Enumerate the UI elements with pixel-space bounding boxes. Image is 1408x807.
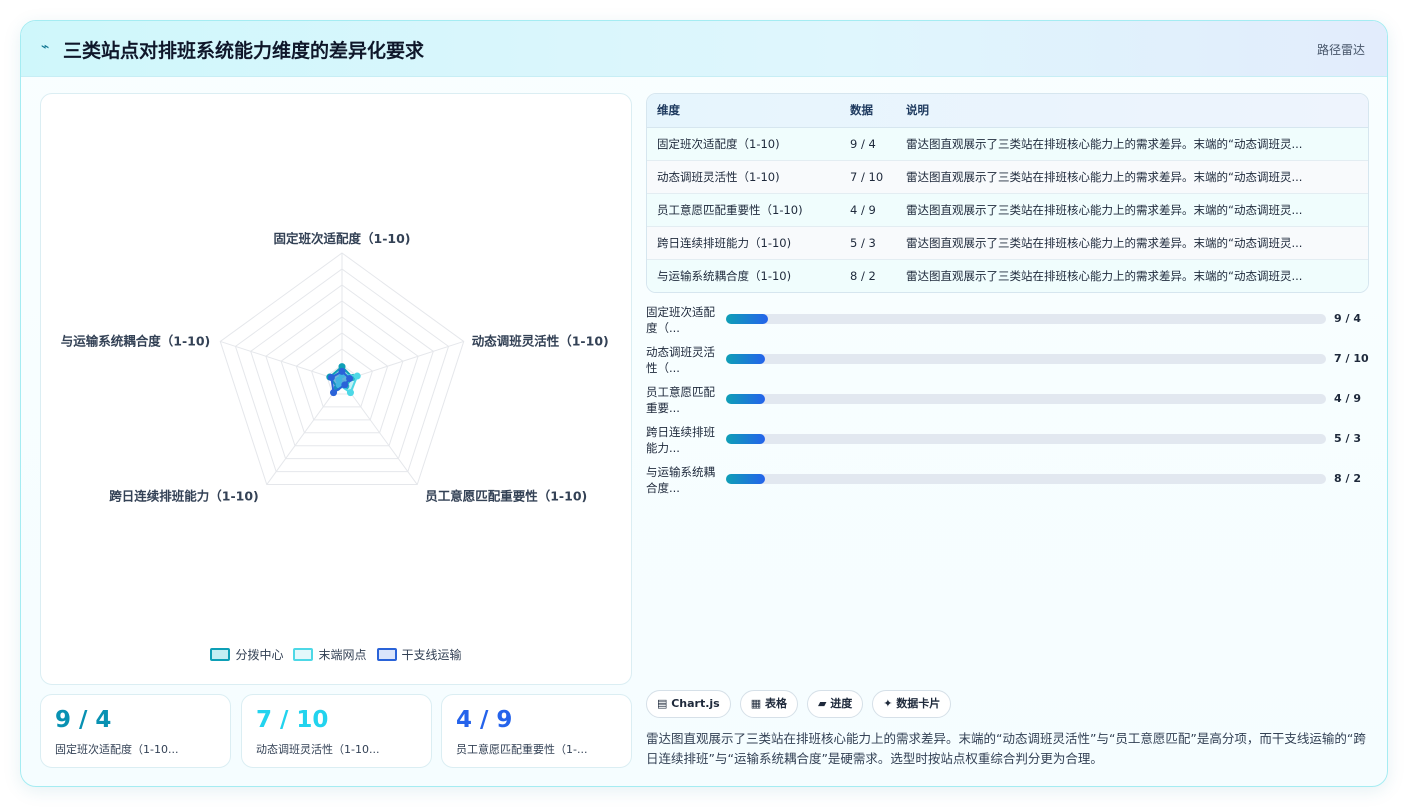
column-header-dimension: 维度 [647,94,840,128]
progress-row: 员工意愿匹配重要... 4 / 9 [646,384,1369,424]
progress-fill [726,394,765,404]
legend-swatch-trunk [376,648,397,661]
table-row: 与运输系统耦合度（1-10) 8 / 2 雷达图直观展示了三类站在排班核心能力上… [647,259,1368,292]
cell-data: 5 / 3 [850,235,876,250]
radar-data-point [346,389,354,397]
cell-description: 雷达图直观展示了三类站在排班核心能力上的需求差异。末端的“动态调班灵... [906,136,1303,151]
progress-track [726,314,1326,324]
chip-chartjs[interactable]: ▤ Chart.js [646,690,731,718]
progress-value: 5 / 3 [1334,432,1361,445]
cell-dimension: 固定班次适配度（1-10) [657,136,780,151]
chart-legend: 分拨中心 末端网点 干支线运输 [41,646,631,663]
progress-value: 7 / 10 [1334,352,1369,365]
table-header-row: 维度 数据 说明 [647,94,1368,128]
cell-data: 9 / 4 [850,136,876,151]
progress-label: 动态调班灵活性（... [646,345,715,375]
progress-row: 跨日连续排班能力... 5 / 3 [646,424,1369,464]
progress-label: 固定班次适配度（... [646,305,715,335]
cell-description: 雷达图直观展示了三类站在排班核心能力上的需求差异。末端的“动态调班灵... [906,268,1303,283]
stat-card-1: 9 / 4 固定班次适配度（1-10... [40,694,231,768]
legend-swatch-terminal [293,648,314,661]
table-row: 跨日连续排班能力（1-10) 5 / 3 雷达图直观展示了三类站在排班核心能力上… [647,226,1368,259]
header-bar: ⌁ 三类站点对排班系统能力维度的差异化要求 路径雷达 [21,21,1387,77]
summary-note: 雷达图直观展示了三类站在排班核心能力上的需求差异。末端的“动态调班灵活性”与“员… [646,731,1366,766]
legend-label-terminal: 末端网点 [318,648,367,662]
cell-dimension: 跨日连续排班能力（1-10) [657,235,792,250]
stat-label: 员工意愿匹配重要性（1-... [456,743,588,756]
radar-chart-panel: 固定班次适配度（1-10) 动态调班灵活性（1-10) 员工意愿匹配重要性（1-10… [40,93,632,685]
legend-label-trunk: 干支线运输 [401,648,462,662]
cell-data: 4 / 9 [850,202,876,217]
radar-axis-label: 固定班次适配度（1-10) [274,231,411,246]
dashboard-card: ⌁ 三类站点对排班系统能力维度的差异化要求 路径雷达 固定班次适配度（1-10)… [20,20,1388,787]
table-row: 固定班次适配度（1-10) 9 / 4 雷达图直观展示了三类站在排班核心能力上的… [647,127,1368,160]
chip-progress[interactable]: ▰ 进度 [806,690,864,718]
cell-dimension: 与运输系统耦合度（1-10) [657,268,792,283]
chip-table[interactable]: ▦ 表格 [739,690,798,718]
page-title: 三类站点对排班系统能力维度的差异化要求 [63,40,425,62]
progress-fill [726,314,768,324]
progress-value: 8 / 2 [1334,472,1361,485]
radar-axis-label: 动态调班灵活性（1-10) [472,333,609,348]
radar-chart: 固定班次适配度（1-10) 动态调班灵活性（1-10) 员工意愿匹配重要性（1-10… [61,231,609,504]
legend-swatch-hub [210,648,231,661]
progress-row: 固定班次适配度（... 9 / 4 [646,304,1369,344]
radar-axis-label: 与运输系统耦合度（1-10) [61,333,211,348]
progress-list: 固定班次适配度（... 9 / 4 动态调班灵活性（... 7 / 10 员工意… [646,304,1369,504]
progress-row: 与运输系统耦合度... 8 / 2 [646,464,1369,504]
wave-icon: ⌁ [41,39,50,55]
radar-axis-label: 员工意愿匹配重要性（1-10) [425,489,587,504]
cell-data: 7 / 10 [850,169,884,184]
progress-track [726,474,1326,484]
cell-description: 雷达图直观展示了三类站在排班核心能力上的需求差异。末端的“动态调班灵... [906,202,1303,217]
table-row: 动态调班灵活性（1-10) 7 / 10 雷达图直观展示了三类站在排班核心能力上… [647,160,1368,193]
progress-fill [726,434,765,444]
radar-data-point [341,381,349,389]
column-header-description: 说明 [896,94,1368,128]
tech-chips: ▤ Chart.js ▦ 表格 ▰ 进度 ✦ 数据卡片 [646,690,952,718]
progress-track [726,354,1326,364]
radar-data-point [353,372,361,380]
stat-value: 7 / 10 [256,707,329,733]
cell-dimension: 动态调班灵活性（1-10) [657,169,780,184]
cell-dimension: 员工意愿匹配重要性（1-10) [657,202,803,217]
progress-fill [726,474,765,484]
progress-value: 4 / 9 [1334,392,1361,405]
radar-axis-label: 跨日连续排班能力（1-10) [109,489,259,504]
stat-label: 固定班次适配度（1-10... [55,743,179,756]
stat-label: 动态调班灵活性（1-10... [256,743,380,756]
stat-value: 9 / 4 [55,707,112,733]
stat-card-2: 7 / 10 动态调班灵活性（1-10... [241,694,432,768]
stat-value: 4 / 9 [456,707,513,733]
progress-row: 动态调班灵活性（... 7 / 10 [646,344,1369,384]
progress-value: 9 / 4 [1334,312,1361,325]
radar-data-point [327,374,335,382]
legend-label-hub: 分拨中心 [235,648,284,662]
legend-item-trunk[interactable]: 干支线运输 [376,646,462,663]
legend-item-terminal[interactable]: 末端网点 [293,646,367,663]
progress-label: 跨日连续排班能力... [646,425,715,455]
radar-axis-line [220,340,343,382]
radar-data-point [330,389,338,397]
data-table: 维度 数据 说明 固定班次适配度（1-10) 9 / 4 雷达图直观展示了三类站… [646,93,1369,293]
column-header-data: 数据 [840,94,896,128]
cell-data: 8 / 2 [850,268,876,283]
progress-label: 员工意愿匹配重要... [646,385,715,415]
progress-track [726,394,1326,404]
progress-track [726,434,1326,444]
cell-description: 雷达图直观展示了三类站在排班核心能力上的需求差异。末端的“动态调班灵... [906,169,1303,184]
radar-data-point [338,367,346,375]
progress-fill [726,354,765,364]
legend-item-hub[interactable]: 分拨中心 [210,646,283,663]
progress-label: 与运输系统耦合度... [646,465,715,495]
chip-data-cards[interactable]: ✦ 数据卡片 [872,690,952,718]
radar-data-point [346,375,354,383]
cell-description: 雷达图直观展示了三类站在排班核心能力上的需求差异。末端的“动态调班灵... [906,235,1303,250]
stat-card-3: 4 / 9 员工意愿匹配重要性（1-... [441,694,632,768]
table-row: 员工意愿匹配重要性（1-10) 4 / 9 雷达图直观展示了三类站在排班核心能力… [647,193,1368,226]
chart-type-tag: 路径雷达 [1316,43,1365,57]
